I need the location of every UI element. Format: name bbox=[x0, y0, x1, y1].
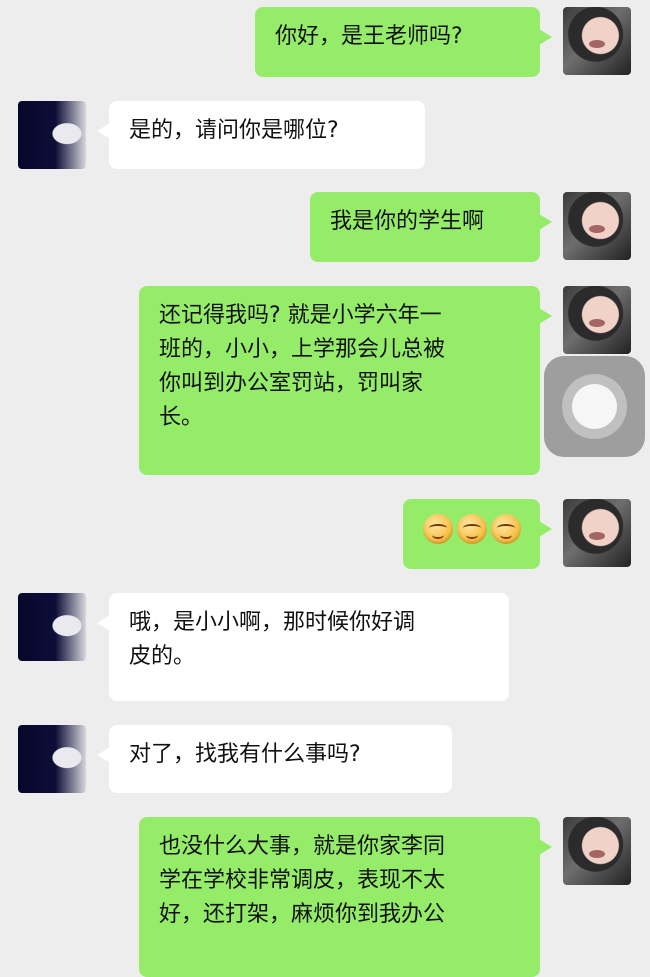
message-text: 是的，请问你是哪位? bbox=[129, 118, 339, 143]
message-line: 好，还打架，麻烦你到我办公 bbox=[159, 902, 446, 927]
my-avatar[interactable] bbox=[563, 192, 631, 260]
assistive-touch-icon bbox=[572, 384, 617, 429]
message-bubble[interactable]: 还记得我吗? 就是小学六年一 班的，小小，上学那会儿总被 你叫到办公室罚站，罚叫… bbox=[139, 286, 552, 475]
message-text: 你好，是王老师吗? bbox=[275, 24, 463, 49]
message-bubble[interactable]: 我是你的学生啊 bbox=[310, 192, 552, 262]
smile-emoji-icon bbox=[491, 514, 521, 544]
contact-avatar[interactable] bbox=[18, 593, 86, 661]
my-avatar[interactable] bbox=[563, 7, 631, 75]
contact-avatar[interactable] bbox=[18, 101, 86, 169]
message-line: 长。 bbox=[159, 405, 204, 430]
message-bubble[interactable] bbox=[403, 499, 552, 569]
my-avatar[interactable] bbox=[563, 817, 631, 885]
my-avatar[interactable] bbox=[563, 286, 631, 354]
message-line: 皮的。 bbox=[129, 644, 196, 669]
message-line: 还记得我吗? 就是小学六年一 bbox=[159, 303, 442, 328]
message-bubble[interactable]: 也没什么大事，就是你家李同 学在学校非常调皮，表现不太 好，还打架，麻烦你到我办… bbox=[139, 817, 552, 977]
contact-avatar[interactable] bbox=[18, 725, 86, 793]
smile-emoji-icon bbox=[423, 514, 453, 544]
message-bubble[interactable]: 你好，是王老师吗? bbox=[255, 7, 552, 77]
assistive-touch-button[interactable] bbox=[544, 356, 645, 457]
message-text: 我是你的学生啊 bbox=[330, 209, 485, 234]
message-line: 也没什么大事，就是你家李同 bbox=[159, 834, 446, 859]
smile-emoji-icon bbox=[457, 514, 487, 544]
message-line: 班的，小小，上学那会儿总被 bbox=[159, 337, 446, 362]
my-avatar[interactable] bbox=[563, 499, 631, 567]
emoji-row bbox=[423, 512, 522, 546]
message-bubble[interactable]: 哦，是小小啊，那时候你好调 皮的。 bbox=[97, 593, 509, 701]
message-line: 你叫到办公室罚站，罚叫家 bbox=[159, 371, 424, 396]
message-line: 学在学校非常调皮，表现不太 bbox=[159, 868, 446, 893]
message-line: 哦，是小小啊，那时候你好调 bbox=[129, 610, 416, 635]
message-bubble[interactable]: 是的，请问你是哪位? bbox=[97, 101, 425, 169]
message-bubble[interactable]: 对了，找我有什么事吗? bbox=[97, 725, 452, 793]
message-text: 对了，找我有什么事吗? bbox=[129, 742, 361, 767]
